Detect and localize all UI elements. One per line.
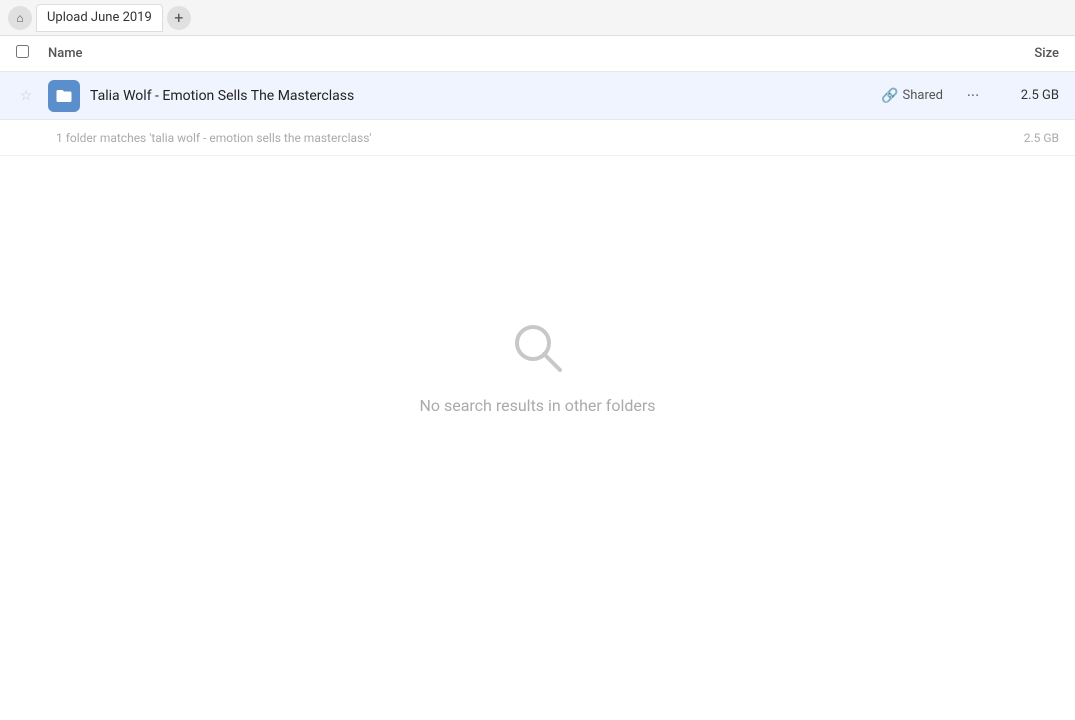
file-size-value: 2.5 GB (999, 88, 1059, 103)
folder-svg (55, 87, 73, 105)
tab-title: Upload June 2019 (47, 10, 152, 25)
header-size-col: Size (979, 46, 1059, 61)
header-checkbox-col (16, 45, 48, 62)
match-info-text: 1 folder matches 'talia wolf - emotion s… (56, 131, 999, 145)
match-info-row: 1 folder matches 'talia wolf - emotion s… (0, 120, 1075, 156)
tab-upload-june[interactable]: Upload June 2019 (36, 4, 163, 32)
select-all-checkbox[interactable] (16, 45, 29, 58)
header-name-col: Name (48, 46, 979, 61)
table-header: Name Size (0, 36, 1075, 72)
add-tab-icon: + (174, 8, 183, 27)
back-button[interactable]: ⌂ (8, 6, 32, 30)
file-row[interactable]: ☆ Talia Wolf - Emotion Sells The Masterc… (0, 72, 1075, 120)
empty-search-icon (506, 316, 570, 380)
shared-badge: 🔗 Shared (881, 88, 943, 104)
shared-label: Shared (903, 88, 943, 103)
more-options-button[interactable]: ··· (959, 82, 987, 110)
tab-bar: ⌂ Upload June 2019 + (0, 0, 1075, 36)
file-name-label: Talia Wolf - Emotion Sells The Mastercla… (90, 88, 881, 104)
star-icon[interactable]: ☆ (16, 86, 36, 106)
folder-icon (48, 80, 80, 112)
add-tab-button[interactable]: + (167, 6, 191, 30)
row-checkbox-col: ☆ (16, 86, 48, 106)
link-icon: 🔗 (881, 88, 898, 104)
more-dots-icon: ··· (967, 86, 980, 105)
empty-state: No search results in other folders (0, 316, 1075, 415)
empty-state-message: No search results in other folders (419, 396, 655, 415)
match-info-size: 2.5 GB (999, 131, 1059, 145)
